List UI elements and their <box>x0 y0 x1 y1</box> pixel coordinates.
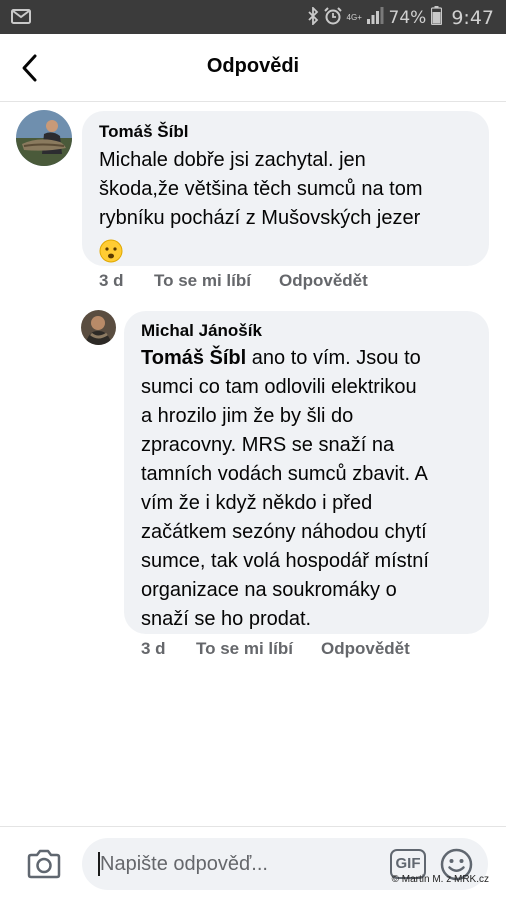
comment-actions: 3 d To se mi líbí Odpovědět <box>99 271 368 291</box>
network-type: 4G+ <box>346 13 362 22</box>
sad-face-emoji <box>99 239 123 263</box>
comment-time: 3 d <box>141 639 166 658</box>
comment-author[interactable]: Tomáš Šíbl <box>99 122 471 142</box>
comment-author[interactable]: Michal Jánošík <box>141 321 473 341</box>
avatar[interactable] <box>81 310 116 345</box>
comment-line: a hrozilo jim že by šli do <box>141 405 354 427</box>
battery-icon <box>431 6 443 30</box>
header: Odpovědi <box>0 34 506 102</box>
avatar[interactable] <box>16 110 72 166</box>
comment-line: rybníku pochází z Mušovských jezer <box>99 207 421 229</box>
battery-percent: 74% <box>388 8 427 28</box>
comment-line: snaží se ho prodat. <box>141 608 312 630</box>
comment-actions: 3 d To se mi líbí Odpovědět <box>141 639 410 659</box>
email-icon <box>11 9 31 29</box>
like-button[interactable]: To se mi líbí <box>154 271 251 291</box>
clock: 9:47 <box>451 7 494 29</box>
comment-line: tamních vodách sumců zbavit. A <box>141 463 428 485</box>
reply-button[interactable]: Odpovědět <box>321 639 410 659</box>
alarm-icon <box>323 6 342 30</box>
like-button[interactable]: To se mi líbí <box>196 639 293 659</box>
status-bar: 4G+ 74% 9:47 <box>0 0 506 34</box>
comment-text: Michale dobře jsi zachytal. jen škoda,že… <box>99 146 471 265</box>
page-title: Odpovědi <box>206 55 300 77</box>
comment-text: Tomáš Šíbl ano to vím. Jsou to sumci co … <box>141 344 473 634</box>
reply-input[interactable] <box>100 838 380 890</box>
comment-bubble[interactable]: Michal Jánošík Tomáš Šíbl ano to vím. Js… <box>124 311 489 634</box>
comment-line: škoda,že většina těch sumců na tom <box>99 178 423 200</box>
reply-button[interactable]: Odpovědět <box>279 271 368 291</box>
comment-line: Tomáš Šíbl ano to vím. Jsou to <box>141 344 473 373</box>
comment-line: sumce, tak volá hospodář místní <box>141 550 429 572</box>
comment-line: organizace na soukromáky o <box>141 579 397 601</box>
mention-link[interactable]: Tomáš Šíbl <box>141 347 246 369</box>
signal-icon <box>366 7 384 29</box>
comment-line-rest: ano to vím. Jsou to <box>246 347 421 369</box>
comment-time: 3 d <box>99 271 124 290</box>
camera-icon <box>27 849 61 879</box>
reply-composer: GIF © Martin M. z MRK.cz <box>0 826 506 900</box>
watermark: © Martin M. z MRK.cz <box>391 874 489 885</box>
comment-line: začátkem sezóny náhodou chytí <box>141 521 427 543</box>
comment-line: sumci co tam odlovili elektrikou <box>141 376 417 398</box>
comment-bubble[interactable]: Tomáš Šíbl Michale dobře jsi zachytal. j… <box>82 111 489 266</box>
bluetooth-icon <box>307 5 319 30</box>
comment-line: Michale dobře jsi zachytal. jen <box>99 149 366 171</box>
comment-line: vím že i když někdo i před <box>141 492 373 514</box>
camera-button[interactable] <box>26 849 62 879</box>
comment-line: zpracovny. MRS se snaží na <box>141 434 395 456</box>
comment-emoji <box>99 233 471 265</box>
